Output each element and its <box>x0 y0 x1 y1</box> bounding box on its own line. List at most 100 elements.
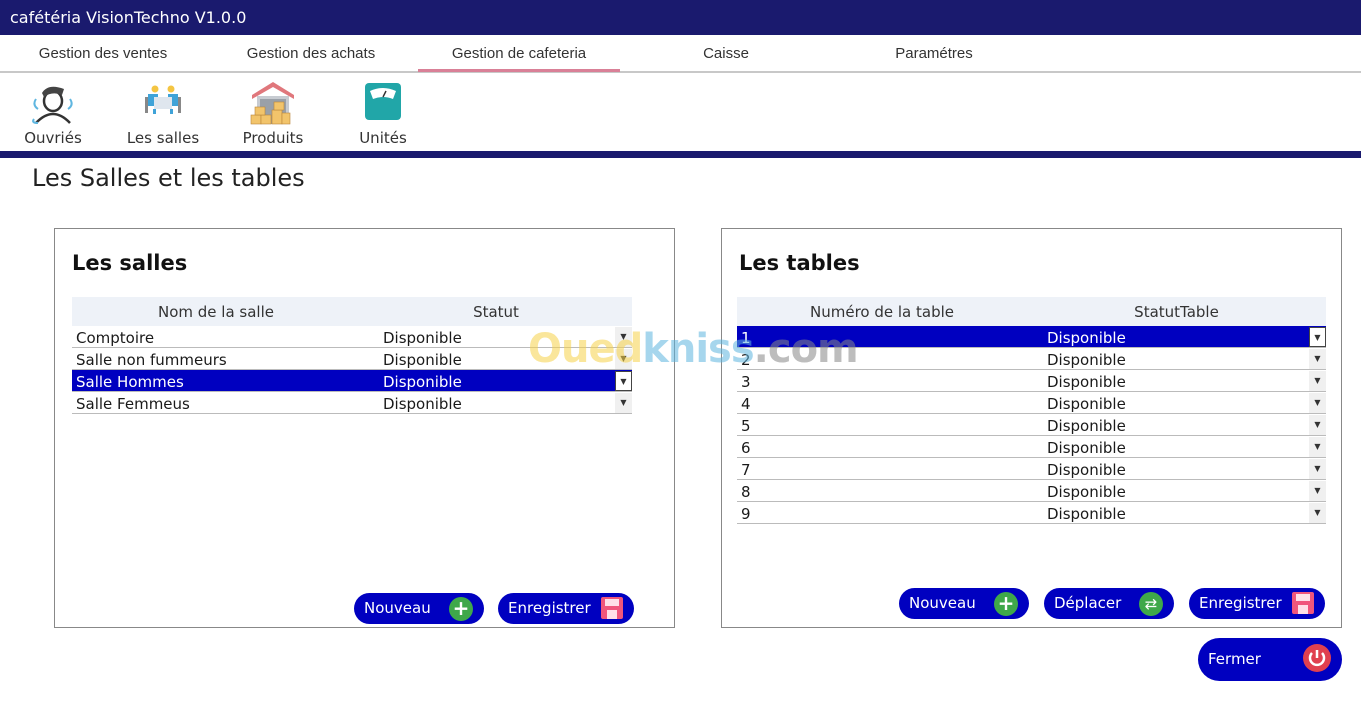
cell-number: 1 <box>741 329 751 347</box>
ribbon-label: Ouvriés <box>24 129 82 147</box>
dropdown-arrow-icon[interactable]: ▼ <box>1309 503 1326 523</box>
salles-grid-header: Nom de la salle Statut <box>72 297 632 326</box>
table-row[interactable]: Salle non fummeurs Disponible ▼ <box>72 348 632 370</box>
ribbon-les-salles[interactable]: Les salles <box>123 79 203 147</box>
tables-new-button[interactable]: Nouveau <box>899 588 1029 619</box>
salles-new-button[interactable]: Nouveau <box>354 593 484 624</box>
column-header-statut[interactable]: Statut <box>360 297 632 326</box>
cell-status[interactable]: Disponible <box>383 392 632 413</box>
dropdown-arrow-icon[interactable]: ▼ <box>1309 459 1326 479</box>
button-label: Enregistrer <box>508 599 591 617</box>
ribbon-divider <box>0 151 1361 158</box>
table-row[interactable]: 9 Disponible ▼ <box>737 502 1326 524</box>
scale-icon <box>365 83 401 120</box>
tables-title: Les tables <box>739 251 860 275</box>
dropdown-arrow-icon[interactable]: ▼ <box>615 327 632 347</box>
column-header-numero[interactable]: Numéro de la table <box>737 297 1027 326</box>
dropdown-arrow-icon[interactable]: ▼ <box>1309 349 1326 369</box>
column-header-nom[interactable]: Nom de la salle <box>72 297 360 326</box>
dropdown-arrow-icon[interactable]: ▼ <box>615 393 632 413</box>
cell-status[interactable]: Disponible <box>1047 370 1326 391</box>
ribbon-ouvries[interactable]: Ouvriés <box>13 79 93 147</box>
tab-gestion-cafeteria[interactable]: Gestion de cafeteria <box>418 35 620 72</box>
table-row[interactable]: 2 Disponible ▼ <box>737 348 1326 370</box>
page-title: Les Salles et les tables <box>32 164 305 192</box>
tables-grid-header: Numéro de la table StatutTable <box>737 297 1326 326</box>
tables-grid: Numéro de la table StatutTable 1 Disponib… <box>737 297 1326 524</box>
ribbon-produits[interactable]: Produits <box>233 79 313 147</box>
tables-save-button[interactable]: Enregistrer <box>1189 588 1325 619</box>
dropdown-arrow-icon[interactable]: ▼ <box>615 349 632 369</box>
button-label: Déplacer <box>1054 594 1122 612</box>
dropdown-arrow-icon[interactable]: ▼ <box>1309 481 1326 501</box>
worker-icon <box>32 86 73 124</box>
cell-status[interactable]: Disponible <box>1047 392 1326 413</box>
power-icon <box>1303 644 1331 672</box>
table-row[interactable]: 7 Disponible ▼ <box>737 458 1326 480</box>
tab-parametres[interactable]: Paramétres <box>870 35 998 71</box>
dropdown-arrow-icon[interactable]: ▼ <box>1309 393 1326 413</box>
cell-number: 6 <box>741 439 751 457</box>
table-row[interactable]: 5 Disponible ▼ <box>737 414 1326 436</box>
cell-number: 9 <box>741 505 751 523</box>
salles-title: Les salles <box>72 251 188 275</box>
dropdown-arrow-icon[interactable]: ▼ <box>1309 371 1326 391</box>
main-tabs: Gestion des ventes Gestion des achats Ge… <box>0 35 1361 73</box>
ribbon-unites[interactable]: Unités <box>343 79 423 147</box>
cell-name: Salle non fummeurs <box>76 351 227 369</box>
table-row[interactable]: Salle Hommes Disponible ▼ <box>72 370 632 392</box>
salles-panel: Les salles Nom de la salle Statut Compto… <box>54 228 675 628</box>
cell-status[interactable]: Disponible <box>1047 348 1326 369</box>
tab-caisse[interactable]: Caisse <box>680 35 772 71</box>
ribbon-label: Produits <box>242 129 304 147</box>
warehouse-icon <box>250 82 294 125</box>
dropdown-arrow-icon[interactable]: ▼ <box>1309 415 1326 435</box>
table-row[interactable]: 1 Disponible ▼ <box>737 326 1326 348</box>
close-button[interactable]: Fermer <box>1198 638 1342 681</box>
app-title-bar: cafétéria VisionTechno V1.0.0 <box>0 0 1361 35</box>
table-row[interactable]: Salle Femmeus Disponible ▼ <box>72 392 632 414</box>
table-row[interactable]: 8 Disponible ▼ <box>737 480 1326 502</box>
ribbon-toolbar: Ouvriés Les salles Produits Unités <box>0 73 1361 151</box>
app-title: cafétéria VisionTechno V1.0.0 <box>10 8 247 27</box>
cell-status[interactable]: Disponible <box>1047 480 1326 501</box>
floppy-disk-icon <box>601 597 623 619</box>
salles-save-button[interactable]: Enregistrer <box>498 593 634 624</box>
plus-icon <box>449 593 473 624</box>
cell-name: Salle Hommes <box>76 373 184 391</box>
cell-name: Comptoire <box>76 329 155 347</box>
column-header-statut-table[interactable]: StatutTable <box>1027 297 1326 326</box>
cell-status[interactable]: Disponible <box>1047 458 1326 479</box>
table-row[interactable]: Comptoire Disponible ▼ <box>72 326 632 348</box>
tables-move-button[interactable]: Déplacer ⇄ <box>1044 588 1174 619</box>
salles-grid: Nom de la salle Statut Comptoire Disponib… <box>72 297 632 414</box>
tab-gestion-ventes[interactable]: Gestion des ventes <box>20 35 186 71</box>
button-label: Nouveau <box>364 599 431 617</box>
cell-status[interactable]: Disponible <box>383 370 632 391</box>
tab-gestion-achats[interactable]: Gestion des achats <box>226 35 396 71</box>
table-row[interactable]: 6 Disponible ▼ <box>737 436 1326 458</box>
floppy-disk-icon <box>1292 592 1314 614</box>
cell-number: 7 <box>741 461 751 479</box>
cell-number: 2 <box>741 351 751 369</box>
button-label: Fermer <box>1208 650 1261 668</box>
cell-status[interactable]: Disponible <box>383 326 632 347</box>
cell-status[interactable]: Disponible <box>1047 326 1326 347</box>
dropdown-arrow-icon[interactable]: ▼ <box>1309 327 1326 347</box>
cell-status[interactable]: Disponible <box>1047 502 1326 523</box>
cell-number: 8 <box>741 483 751 501</box>
table-row[interactable]: 3 Disponible ▼ <box>737 370 1326 392</box>
cell-number: 5 <box>741 417 751 435</box>
cell-number: 4 <box>741 395 751 413</box>
table-row[interactable]: 4 Disponible ▼ <box>737 392 1326 414</box>
button-label: Nouveau <box>909 594 976 612</box>
cell-name: Salle Femmeus <box>76 395 190 413</box>
swap-arrows-icon: ⇄ <box>1139 592 1163 616</box>
cell-status[interactable]: Disponible <box>1047 414 1326 435</box>
dropdown-arrow-icon[interactable]: ▼ <box>1309 437 1326 457</box>
cell-number: 3 <box>741 373 751 391</box>
cell-status[interactable]: Disponible <box>1047 436 1326 457</box>
button-label: Enregistrer <box>1199 594 1282 612</box>
dropdown-arrow-icon[interactable]: ▼ <box>615 371 632 391</box>
cell-status[interactable]: Disponible <box>383 348 632 369</box>
